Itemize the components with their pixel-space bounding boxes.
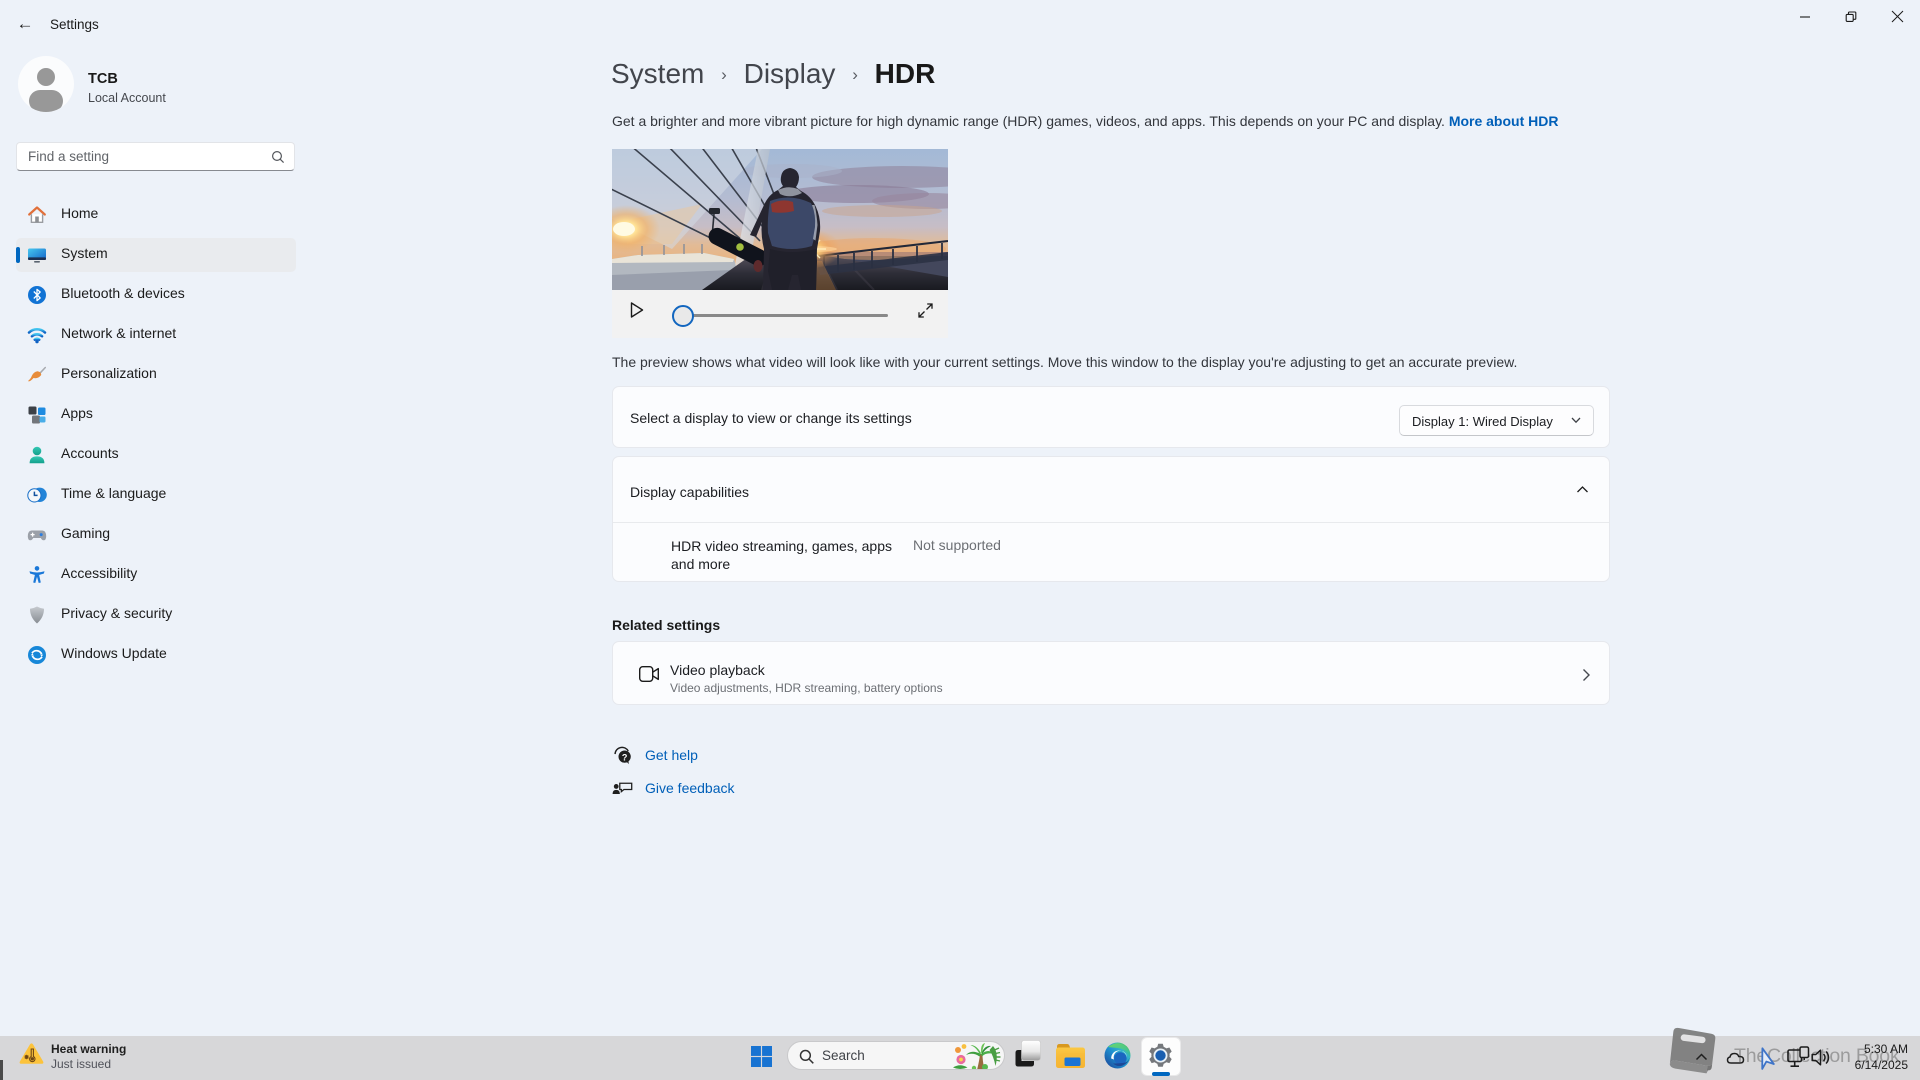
svg-text:?: ? <box>622 753 628 763</box>
